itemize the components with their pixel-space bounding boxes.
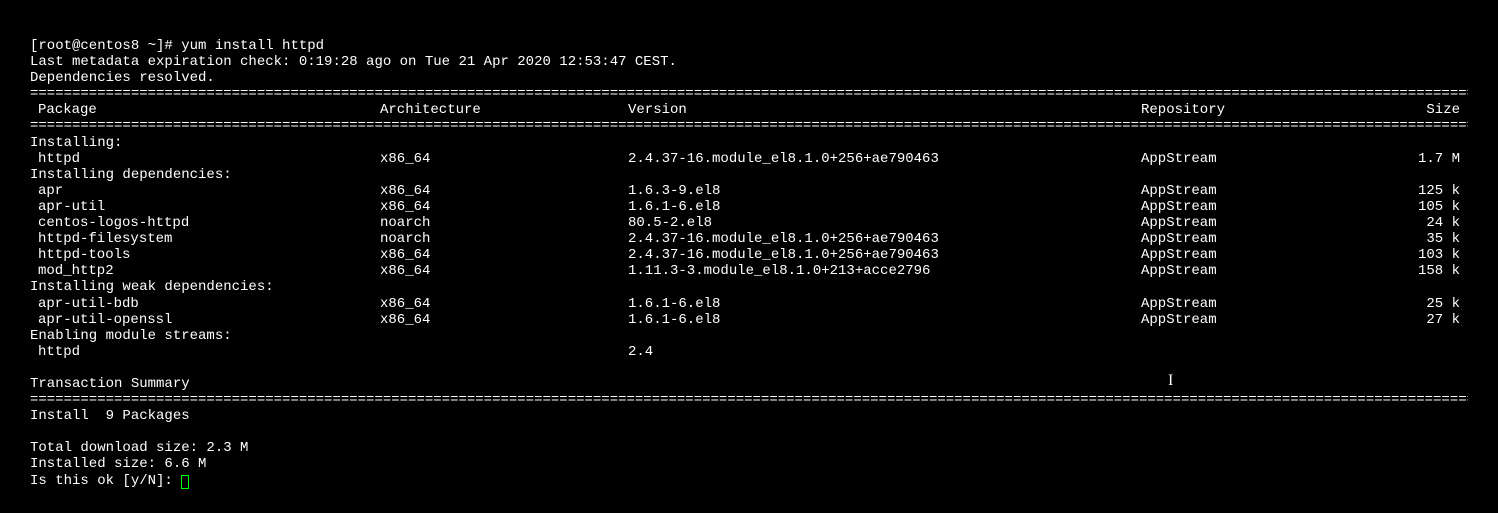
pkg-arch: x86_64 — [380, 183, 628, 199]
pkg-size: 105 k — [1398, 199, 1468, 215]
total-download: Total download size: 2.3 M — [30, 440, 1468, 456]
pkg-repo: AppStream — [1141, 215, 1398, 231]
pkg-version: 1.6.1-6.el8 — [628, 296, 1141, 312]
pkg-size — [1398, 344, 1468, 360]
pkg-repo: AppStream — [1141, 151, 1398, 167]
pkg-repo: AppStream — [1141, 247, 1398, 263]
table-row: aprx86_641.6.3-9.el8AppStream125 k — [30, 183, 1468, 199]
table-row: centos-logos-httpdnoarch80.5-2.el8AppStr… — [30, 215, 1468, 231]
pkg-size: 27 k — [1398, 312, 1468, 328]
pkg-arch: noarch — [380, 231, 628, 247]
rule-header: ========================================… — [30, 118, 1468, 134]
pkg-version: 1.11.3-3.module_el8.1.0+213+acce2796 — [628, 263, 1141, 279]
pkg-size: 103 k — [1398, 247, 1468, 263]
section-installing-deps: Installing dependencies: — [30, 167, 1468, 183]
pkg-repo: AppStream — [1141, 263, 1398, 279]
pkg-name: apr-util — [30, 199, 380, 215]
pkg-arch: x86_64 — [380, 312, 628, 328]
pkg-arch: x86_64 — [380, 199, 628, 215]
metadata-line: Last metadata expiration check: 0:19:28 … — [30, 54, 1468, 70]
pkg-arch — [380, 344, 628, 360]
pkg-size: 24 k — [1398, 215, 1468, 231]
pkg-version: 1.6.1-6.el8 — [628, 199, 1141, 215]
pkg-arch: x86_64 — [380, 296, 628, 312]
pkg-size: 25 k — [1398, 296, 1468, 312]
pkg-version: 80.5-2.el8 — [628, 215, 1141, 231]
pkg-arch: x86_64 — [380, 247, 628, 263]
streams-container: httpd 2.4 — [30, 344, 1468, 360]
confirm-prompt-line[interactable]: Is this ok [y/N]: — [30, 473, 1468, 489]
pkg-name: httpd-filesystem — [30, 231, 380, 247]
pkg-name: httpd — [30, 151, 380, 167]
installed-size: Installed size: 6.6 M — [30, 456, 1468, 472]
pkg-version: 2.4 — [628, 344, 1141, 360]
section-enabling-streams: Enabling module streams: — [30, 328, 1468, 344]
install-count: Install 9 Packages — [30, 408, 1468, 424]
pkg-size: 1.7 M — [1398, 151, 1468, 167]
pkg-name: centos-logos-httpd — [30, 215, 380, 231]
table-row: apr-utilx86_641.6.1-6.el8AppStream105 k — [30, 199, 1468, 215]
pkg-repo: AppStream — [1141, 312, 1398, 328]
pkg-name: httpd-tools — [30, 247, 380, 263]
pkg-name: apr-util-bdb — [30, 296, 380, 312]
pkg-size: 125 k — [1398, 183, 1468, 199]
pkg-version: 2.4.37-16.module_el8.1.0+256+ae790463 — [628, 151, 1141, 167]
table-row: httpd-toolsx86_642.4.37-16.module_el8.1.… — [30, 247, 1468, 263]
deps-container: aprx86_641.6.3-9.el8AppStream125 k apr-u… — [30, 183, 1468, 280]
pkg-name: apr — [30, 183, 380, 199]
pkg-repo: AppStream — [1141, 183, 1398, 199]
rule-bottom: ========================================… — [30, 392, 1468, 408]
table-row: apr-util-bdbx86_641.6.1-6.el8AppStream25… — [30, 296, 1468, 312]
blank-line — [30, 360, 1468, 376]
pkg-version: 1.6.3-9.el8 — [628, 183, 1141, 199]
header-package: Package — [30, 102, 380, 118]
text-caret-icon: I — [1168, 372, 1173, 390]
pkg-name: apr-util-openssl — [30, 312, 380, 328]
table-row: httpd-filesystemnoarch2.4.37-16.module_e… — [30, 231, 1468, 247]
weak-deps-container: apr-util-bdbx86_641.6.1-6.el8AppStream25… — [30, 296, 1468, 328]
pkg-version: 1.6.1-6.el8 — [628, 312, 1141, 328]
confirm-prompt: Is this ok [y/N]: — [30, 473, 181, 489]
pkg-version: 2.4.37-16.module_el8.1.0+256+ae790463 — [628, 247, 1141, 263]
rule-top: ========================================… — [30, 86, 1468, 102]
transaction-summary: Transaction Summary — [30, 376, 1468, 392]
terminal-output: [root@centos8 ~]# yum install httpd Last… — [0, 0, 1498, 489]
table-header: Package Architecture Version Repository … — [30, 102, 1468, 118]
table-row: apr-util-opensslx86_641.6.1-6.el8AppStre… — [30, 312, 1468, 328]
pkg-size: 158 k — [1398, 263, 1468, 279]
pkg-arch: x86_64 — [380, 151, 628, 167]
cursor — [181, 475, 189, 489]
pkg-size: 35 k — [1398, 231, 1468, 247]
header-size: Size — [1398, 102, 1468, 118]
pkg-arch: noarch — [380, 215, 628, 231]
section-installing: Installing: — [30, 135, 1468, 151]
pkg-name: httpd — [30, 344, 380, 360]
pkg-repo: AppStream — [1141, 296, 1398, 312]
pkg-repo: AppStream — [1141, 231, 1398, 247]
header-version: Version — [628, 102, 1141, 118]
pkg-arch: x86_64 — [380, 263, 628, 279]
pkg-repo: AppStream — [1141, 199, 1398, 215]
header-arch: Architecture — [380, 102, 628, 118]
table-row: mod_http2x86_641.11.3-3.module_el8.1.0+2… — [30, 263, 1468, 279]
pkg-repo — [1141, 344, 1398, 360]
pkg-name: mod_http2 — [30, 263, 380, 279]
deps-resolved: Dependencies resolved. — [30, 70, 1468, 86]
header-repo: Repository — [1141, 102, 1398, 118]
section-installing-weak: Installing weak dependencies: — [30, 279, 1468, 295]
table-row: httpd x86_64 2.4.37-16.module_el8.1.0+25… — [30, 151, 1468, 167]
pkg-version: 2.4.37-16.module_el8.1.0+256+ae790463 — [628, 231, 1141, 247]
shell-prompt: [root@centos8 ~]# yum install httpd — [30, 38, 1468, 54]
table-row: httpd 2.4 — [30, 344, 1468, 360]
blank-line — [30, 424, 1468, 440]
